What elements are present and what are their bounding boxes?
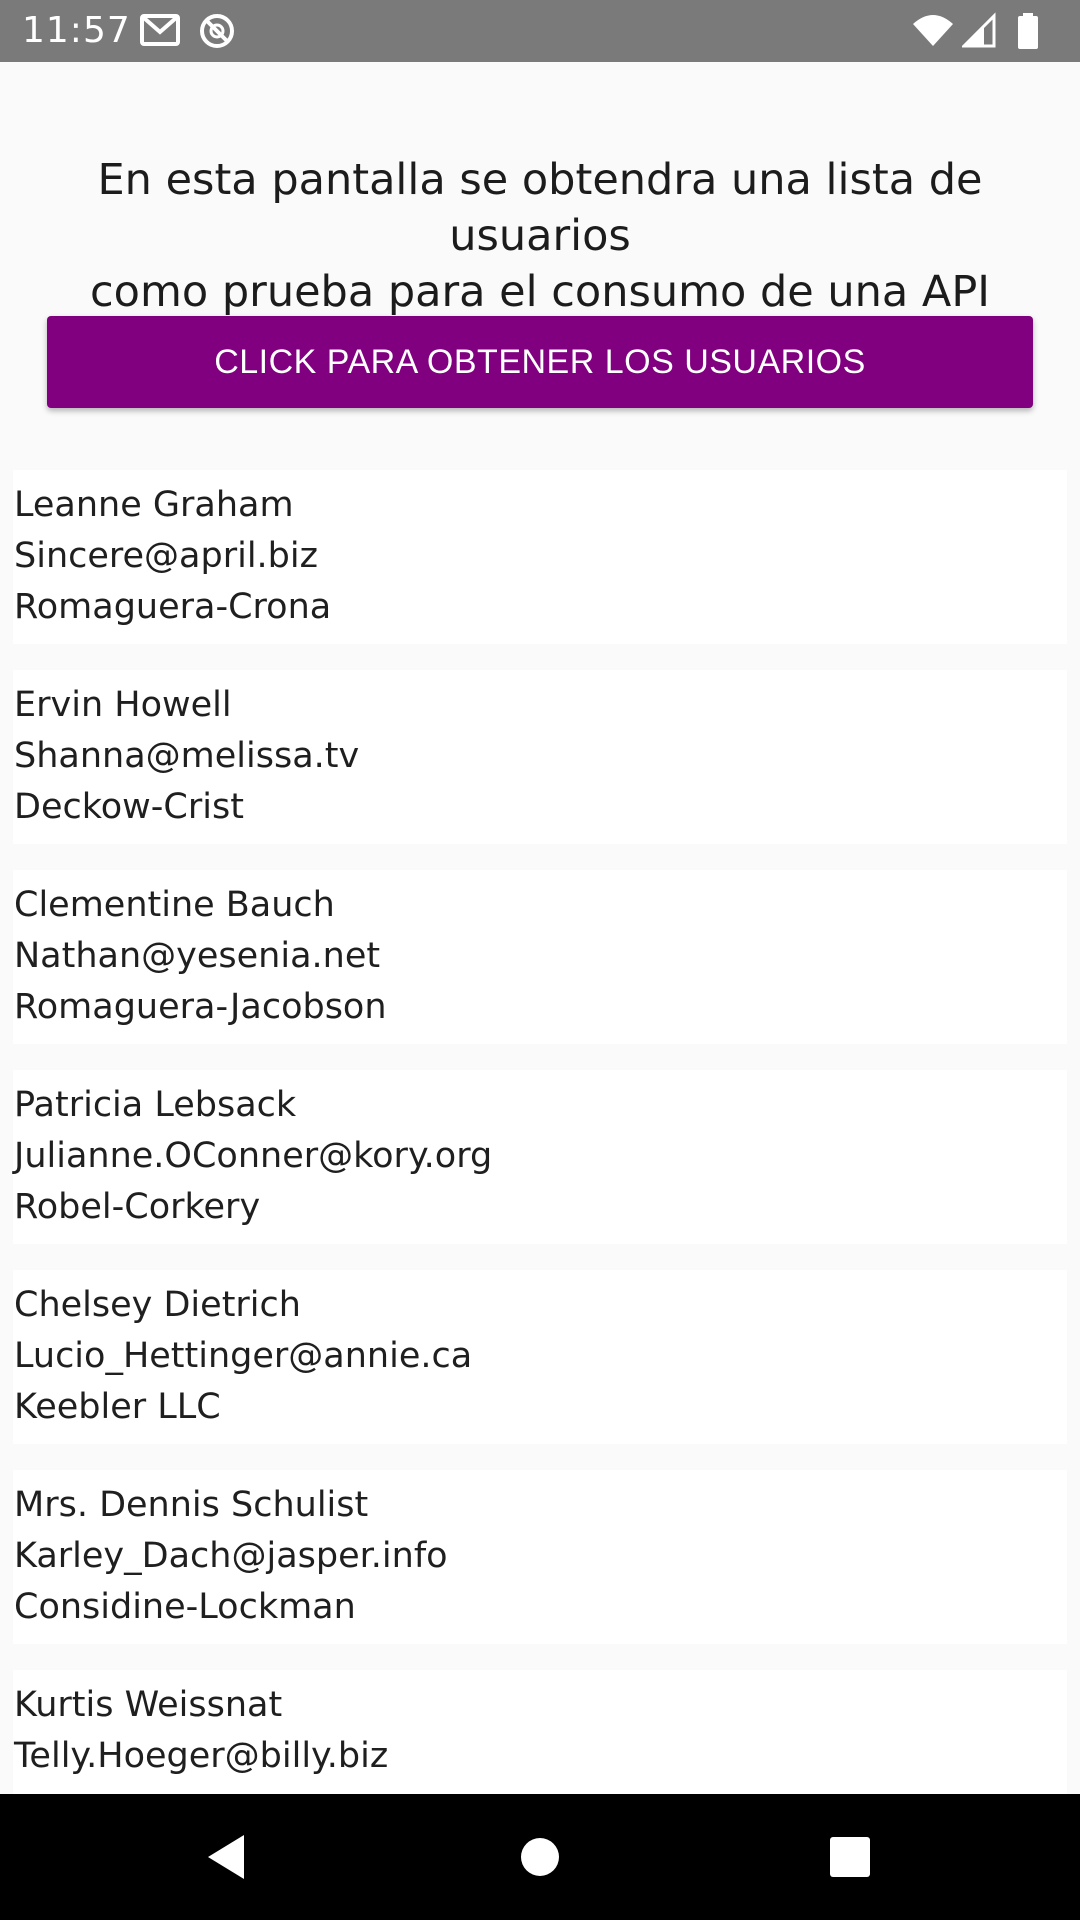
home-button[interactable] — [480, 1794, 600, 1920]
sync-disabled-icon — [200, 14, 234, 48]
cell-signal-icon — [962, 12, 996, 48]
main-content[interactable]: En esta pantalla se obtendra una lista d… — [0, 62, 1080, 1794]
list-item[interactable]: Kurtis Weissnat Telly.Hoeger@billy.biz — [13, 1670, 1067, 1794]
user-email: Lucio_Hettinger@annie.ca — [14, 1336, 473, 1376]
fetch-users-button[interactable]: CLICK PARA OBTENER LOS USUARIOS — [47, 316, 1033, 408]
back-button[interactable] — [166, 1794, 286, 1920]
home-icon — [521, 1838, 559, 1876]
wifi-icon — [913, 15, 953, 46]
list-item[interactable]: Patricia Lebsack Julianne.OConner@kory.o… — [13, 1070, 1067, 1244]
status-time: 11:57 — [22, 10, 131, 51]
user-name: Mrs. Dennis Schulist — [14, 1485, 369, 1525]
user-email: Shanna@melissa.tv — [14, 736, 360, 776]
user-company: Keebler LLC — [14, 1387, 221, 1427]
user-name: Patricia Lebsack — [14, 1085, 297, 1125]
user-name: Chelsey Dietrich — [14, 1285, 301, 1325]
user-email: Nathan@yesenia.net — [14, 936, 381, 976]
user-email: Telly.Hoeger@billy.biz — [14, 1736, 389, 1776]
status-bar: 11:57 — [0, 0, 1080, 62]
list-item[interactable]: Ervin Howell Shanna@melissa.tv Deckow-Cr… — [13, 670, 1067, 844]
list-item[interactable]: Chelsey Dietrich Lucio_Hettinger@annie.c… — [13, 1270, 1067, 1444]
status-right-icons — [912, 12, 1062, 50]
list-item[interactable]: Mrs. Dennis Schulist Karley_Dach@jasper.… — [13, 1470, 1067, 1644]
list-item[interactable]: Leanne Graham Sincere@april.biz Romaguer… — [13, 470, 1067, 644]
user-company: Romaguera-Crona — [14, 587, 332, 627]
user-name: Kurtis Weissnat — [14, 1685, 283, 1725]
user-company: Romaguera-Jacobson — [14, 987, 387, 1027]
navigation-bar — [0, 1794, 1080, 1920]
back-icon — [208, 1835, 244, 1879]
battery-icon — [1018, 13, 1038, 49]
user-company: Considine-Lockman — [14, 1587, 356, 1627]
list-item[interactable]: Clementine Bauch Nathan@yesenia.net Roma… — [13, 870, 1067, 1044]
gmail-icon — [140, 14, 180, 46]
user-email: Sincere@april.biz — [14, 536, 318, 576]
user-company: Robel-Corkery — [14, 1187, 261, 1227]
user-name: Ervin Howell — [14, 685, 232, 725]
user-name: Leanne Graham — [14, 485, 294, 525]
intro-text: En esta pantalla se obtendra una lista d… — [90, 155, 990, 317]
recents-icon — [830, 1837, 870, 1877]
user-name: Clementine Bauch — [14, 885, 335, 925]
user-email: Julianne.OConner@kory.org — [14, 1136, 493, 1176]
user-email: Karley_Dach@jasper.info — [14, 1536, 448, 1576]
user-company: Deckow-Crist — [14, 787, 244, 827]
user-list[interactable]: Leanne Graham Sincere@april.biz Romaguer… — [13, 470, 1067, 1794]
recents-button[interactable] — [790, 1794, 910, 1920]
